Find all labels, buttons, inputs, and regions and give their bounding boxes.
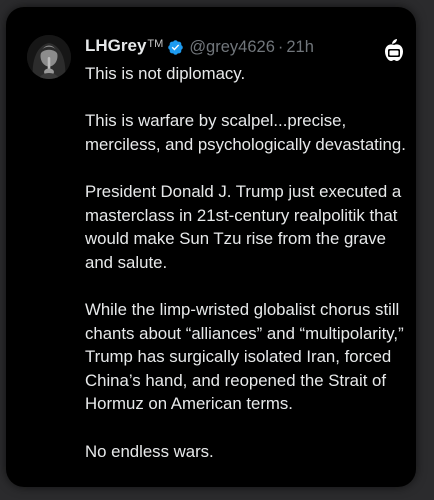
post-paragraph: This is warfare by scalpel...precise, me… — [85, 111, 406, 154]
verified-badge-icon — [167, 39, 184, 56]
app-logo-icon[interactable] — [383, 38, 405, 62]
post-timestamp[interactable]: 21h — [286, 35, 314, 59]
display-name-suffix: TM — [147, 38, 164, 50]
post-paragraph: This is not diplomacy. — [85, 64, 246, 83]
display-name-text: LHGrey — [85, 36, 147, 55]
post-header: LHGreyTM @grey4626 · 21h — [85, 35, 314, 59]
post-paragraph: While the limp-wristed globalist chorus … — [85, 299, 404, 414]
post-paragraph: No endless wars. — [85, 441, 214, 461]
post-body: This is not diplomacy. This is warfare b… — [85, 62, 415, 487]
post-paragraph: President Donald J. Trump just executed … — [85, 181, 402, 272]
user-handle[interactable]: @grey4626 — [189, 35, 275, 59]
avatar-portrait-image — [27, 35, 71, 79]
avatar[interactable] — [27, 35, 71, 79]
separator-dot: · — [277, 38, 284, 56]
display-name[interactable]: LHGreyTM — [85, 34, 163, 60]
post-card: LHGreyTM @grey4626 · 21h This is not dip… — [6, 7, 416, 487]
